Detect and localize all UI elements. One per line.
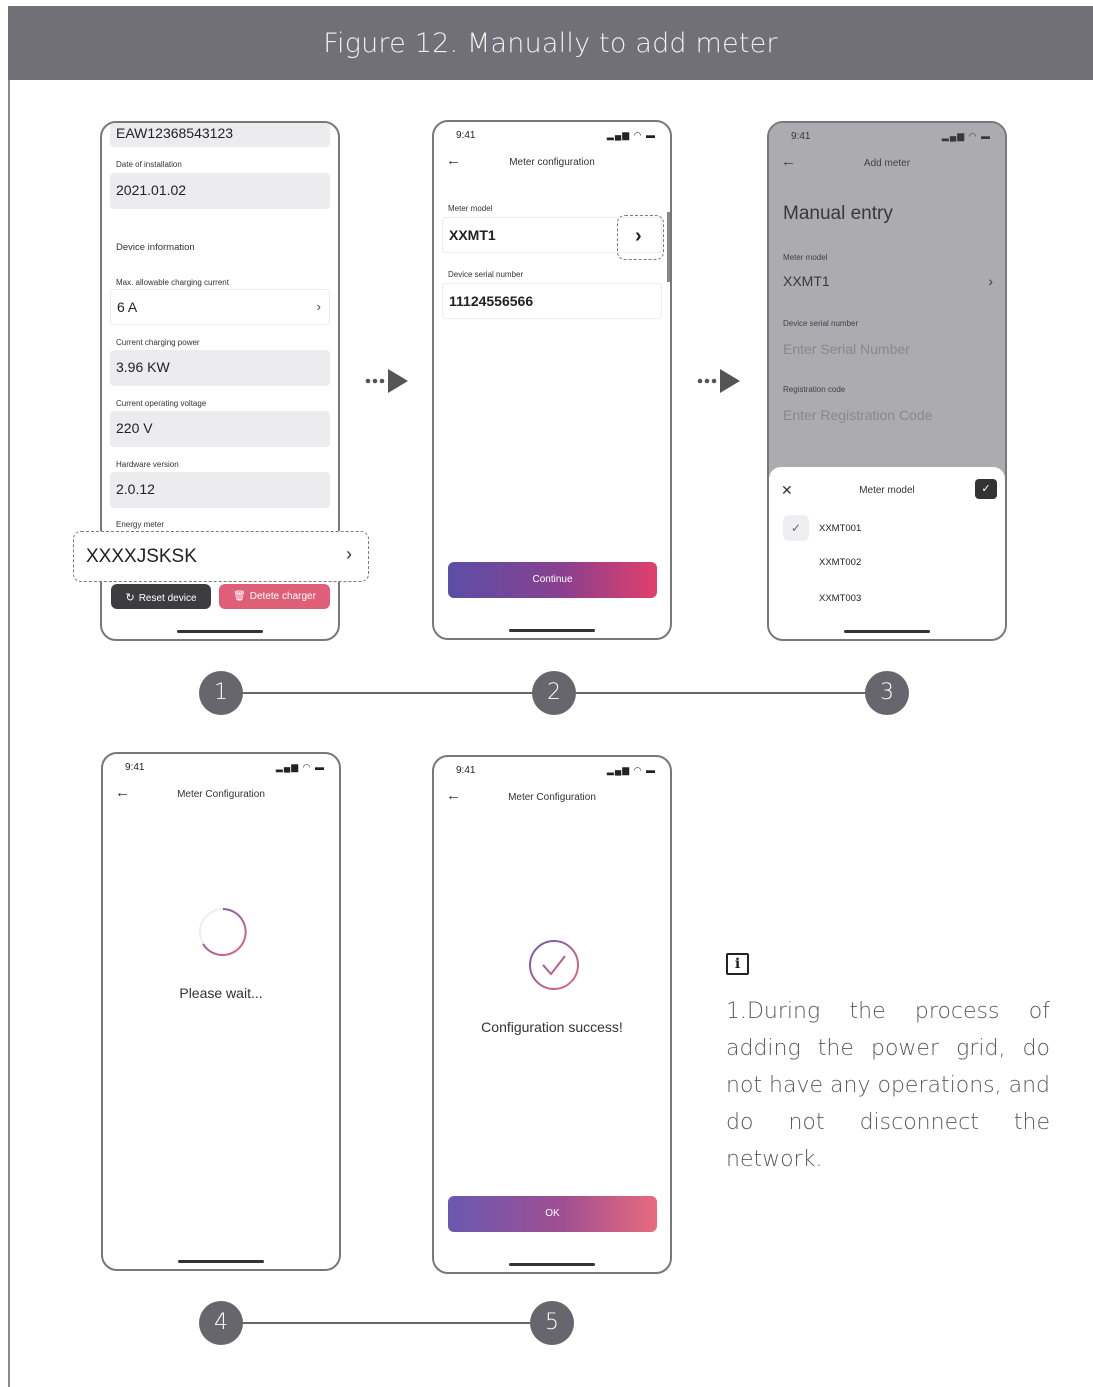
figure-title: Figure 12. Manually to add meter bbox=[323, 28, 778, 59]
screen-title: Meter configuration bbox=[509, 157, 595, 168]
option-item-3[interactable]: XXMT003 bbox=[819, 593, 861, 604]
figure-header: Figure 12. Manually to add meter bbox=[8, 6, 1093, 80]
meter-model-label: Meter model bbox=[448, 204, 493, 213]
option-label: XXMT003 bbox=[819, 593, 862, 604]
voltage-field: 220 V bbox=[110, 411, 330, 447]
status-time: 9:41 bbox=[125, 762, 145, 773]
step-4-badge: 4 bbox=[199, 1301, 243, 1345]
serial-number-label: Device serial number bbox=[448, 270, 524, 279]
scrollbar[interactable] bbox=[667, 212, 670, 282]
success-text: Configuration success! bbox=[481, 1019, 623, 1035]
hw-value: 2.0.12 bbox=[116, 481, 155, 497]
model-picker-highlight[interactable]: › bbox=[617, 215, 664, 260]
home-indicator bbox=[509, 629, 595, 632]
status-time: 9:41 bbox=[456, 130, 476, 141]
screen-title: Meter Configuration bbox=[508, 792, 596, 803]
chevron-right-icon: › bbox=[316, 299, 321, 314]
success-check-icon bbox=[529, 940, 579, 990]
sheet-title: Meter model bbox=[859, 485, 915, 496]
confirm-check-icon[interactable]: ✓ bbox=[975, 479, 997, 499]
max-current-field[interactable]: 6 A › bbox=[110, 289, 330, 325]
continue-label: Continue bbox=[532, 574, 573, 585]
install-label: Date of installation bbox=[116, 160, 182, 169]
trash-icon: 🗑 bbox=[233, 591, 246, 602]
phone-3-add-meter: 9:41 ▂▄▆ ◠ ▬ ← Add meter Manual entry Me… bbox=[767, 121, 1007, 641]
home-indicator bbox=[509, 1263, 595, 1266]
power-value: 3.96 KW bbox=[116, 359, 170, 375]
info-icon: i bbox=[726, 953, 749, 975]
serial-number-field[interactable]: 11124556566 bbox=[442, 283, 662, 319]
voltage-value: 220 V bbox=[116, 420, 153, 436]
power-field: 3.96 KW bbox=[110, 350, 330, 386]
hw-label: Hardware version bbox=[116, 460, 179, 469]
serial-value: EAW12368543123 bbox=[116, 125, 234, 141]
home-indicator bbox=[177, 630, 263, 633]
section-label: Device information bbox=[116, 242, 195, 253]
refresh-icon: ↻ bbox=[125, 592, 135, 604]
max-current-label: Max. allowable charging current bbox=[116, 278, 229, 287]
serial-number-value: 11124556566 bbox=[449, 293, 534, 309]
option-label: XXMT002 bbox=[819, 557, 862, 568]
phone-5-success: 9:41 ▂▄▆ ◠ ▬ ← Meter Configuration Confi… bbox=[432, 755, 672, 1274]
ok-button[interactable]: OK bbox=[448, 1196, 657, 1232]
status-time: 9:41 bbox=[456, 765, 476, 776]
ok-label: OK bbox=[545, 1208, 560, 1219]
energy-meter-value: XXXXJSKSK bbox=[86, 546, 197, 567]
energy-meter-highlight[interactable]: XXXXJSKSK › bbox=[73, 531, 369, 582]
wait-text: Please wait... bbox=[179, 985, 263, 1001]
step-5-badge: 5 bbox=[530, 1301, 574, 1345]
status-icons: ▂▄▆ ◠ ▬ bbox=[275, 762, 325, 772]
screen-title: Meter Configuration bbox=[177, 789, 265, 800]
install-value: 2021.01.02 bbox=[116, 182, 187, 198]
left-margin-rule bbox=[8, 80, 10, 1387]
max-current-value: 6 A bbox=[117, 299, 138, 315]
meter-model-sheet: ✕ Meter model ✓ ✓ XXMT001 XXMT002 XXMT00… bbox=[769, 467, 1005, 639]
chevron-right-icon: › bbox=[346, 544, 352, 564]
continue-button[interactable]: Continue bbox=[448, 562, 657, 598]
chevron-right-icon: › bbox=[635, 225, 642, 247]
step-3-badge: 3 bbox=[865, 671, 909, 715]
loading-spinner-icon bbox=[199, 908, 247, 956]
option-label: XXMT001 bbox=[819, 523, 862, 534]
phone-4-please-wait: 9:41 ▂▄▆ ◠ ▬ ← Meter Configuration Pleas… bbox=[101, 752, 341, 1271]
reset-device-label: Reset device bbox=[138, 593, 197, 604]
option-item-1[interactable]: ✓ XXMT001 bbox=[783, 515, 983, 541]
serial-field: EAW12368543123 bbox=[110, 123, 330, 147]
flow-arrow-icon bbox=[365, 369, 408, 393]
install-field: 2021.01.02 bbox=[110, 173, 330, 209]
delete-charger-button[interactable]: 🗑 Detete charger bbox=[219, 584, 330, 609]
reset-device-button[interactable]: ↻ Reset device bbox=[111, 584, 211, 609]
delete-charger-label: Detete charger bbox=[249, 591, 316, 602]
status-icons: ▂▄▆ ◠ ▬ bbox=[606, 765, 656, 775]
option-item-2[interactable]: XXMT002 bbox=[819, 557, 861, 568]
meter-label: Energy meter bbox=[116, 520, 165, 529]
status-icons: ▂▄▆ ◠ ▬ bbox=[606, 130, 656, 140]
step-2-badge: 2 bbox=[532, 671, 576, 715]
step-1-badge: 1 bbox=[199, 671, 243, 715]
note-text: 1.During the process of adding the power… bbox=[726, 999, 1050, 1172]
selected-check-icon: ✓ bbox=[783, 515, 809, 541]
meter-model-value: XXMT1 bbox=[449, 227, 496, 243]
step-connector bbox=[242, 1322, 552, 1324]
home-indicator bbox=[178, 1260, 264, 1263]
hw-field: 2.0.12 bbox=[110, 472, 330, 508]
flow-arrow-icon bbox=[697, 369, 740, 393]
voltage-label: Current operating voltage bbox=[116, 399, 207, 408]
power-label: Current charging power bbox=[116, 338, 200, 347]
home-indicator bbox=[844, 630, 930, 633]
phone-2-meter-configuration: 9:41 ▂▄▆ ◠ ▬ ← Meter configuration Meter… bbox=[432, 120, 672, 640]
